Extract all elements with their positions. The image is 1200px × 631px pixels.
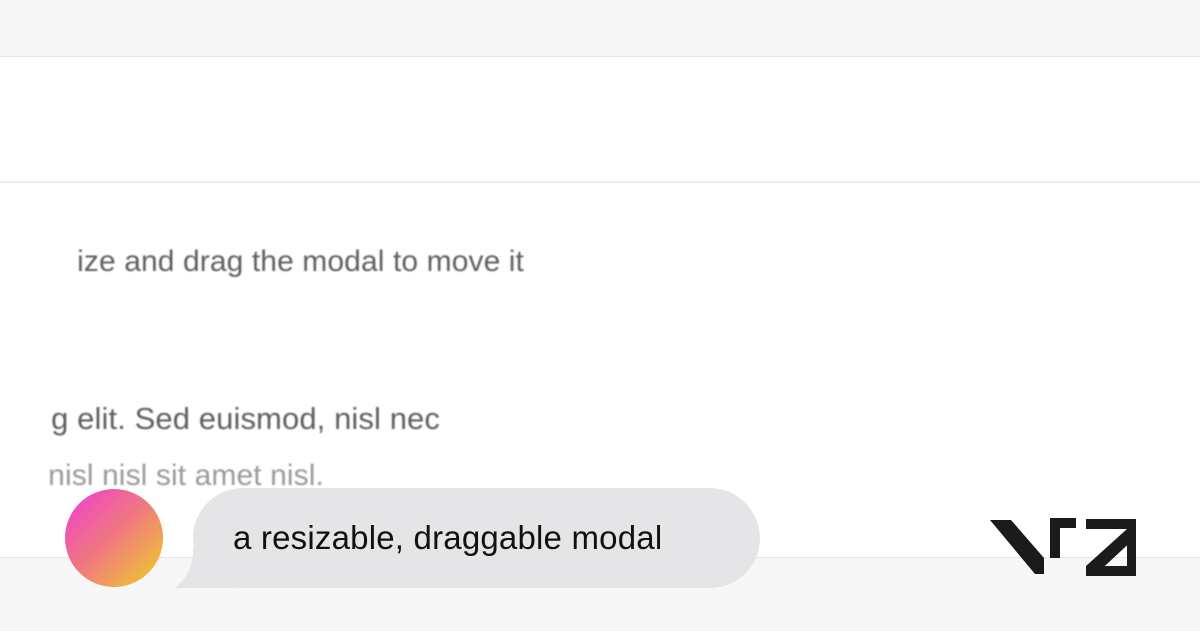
modal-instruction: ize and drag the modal to move it	[77, 245, 524, 278]
modal-body-line-2: nisl nisl sit amet nisl.	[48, 459, 324, 492]
top-band	[0, 0, 1200, 57]
modal-header[interactable]	[0, 57, 1200, 183]
bottom-band	[0, 557, 1200, 631]
modal-body-line-1: g elit. Sed euismod, nisl nec	[51, 401, 440, 436]
modal-panel[interactable]: ize and drag the modal to move it g elit…	[0, 57, 1200, 557]
modal-body: ize and drag the modal to move it g elit…	[0, 183, 1200, 557]
